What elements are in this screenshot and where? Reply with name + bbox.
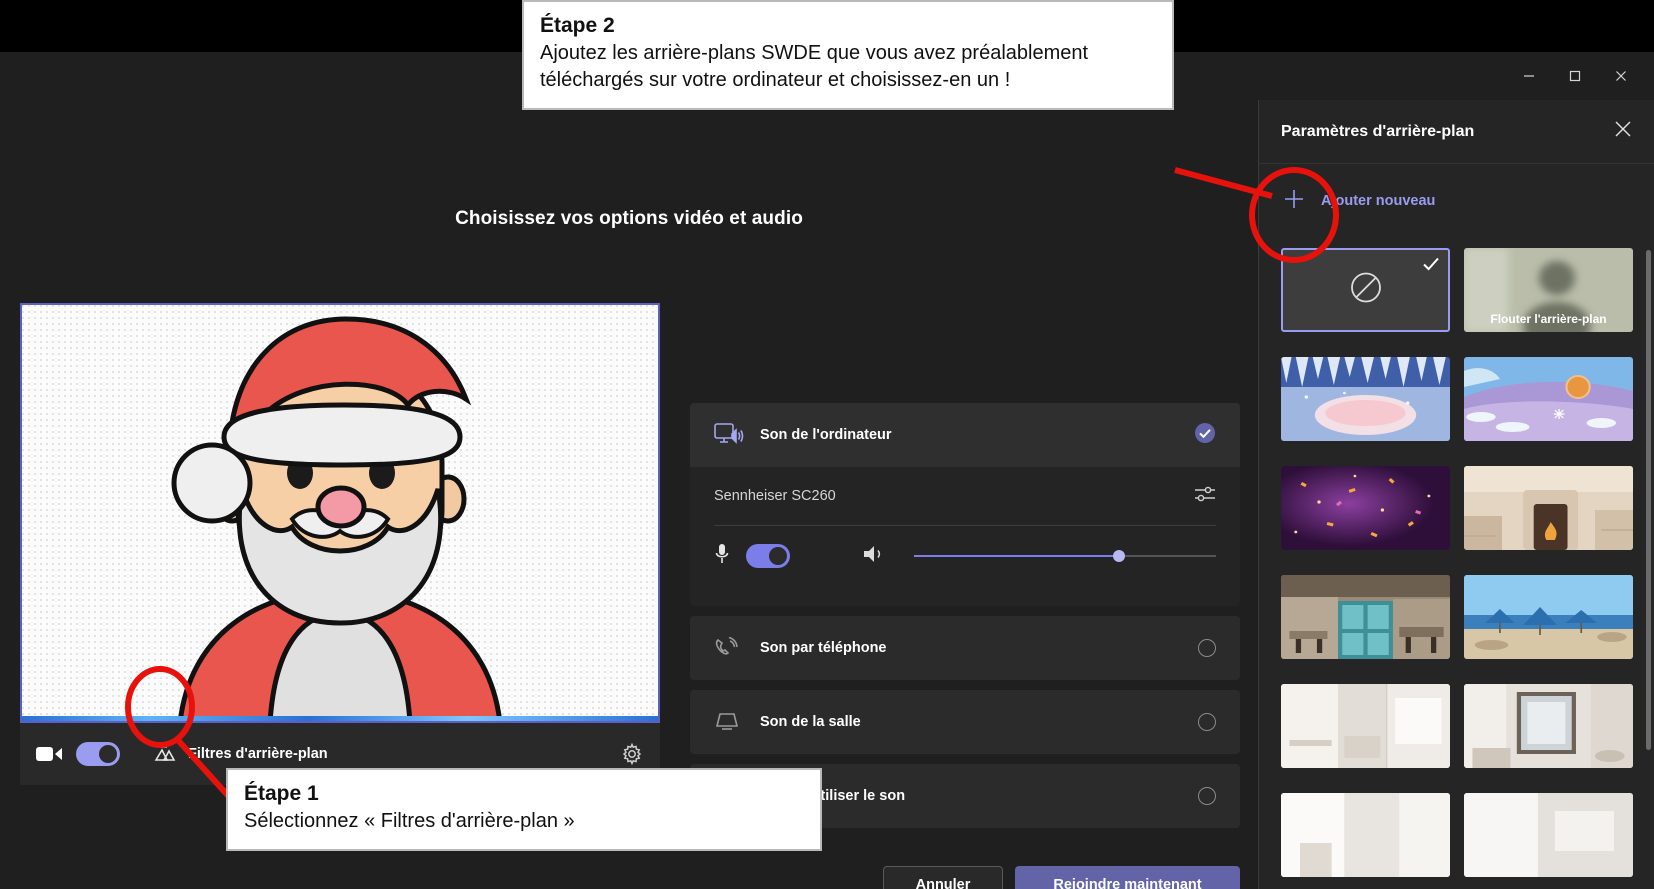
background-panel-scrollbar[interactable]: [1646, 250, 1651, 750]
join-now-button[interactable]: Rejoindre maintenant: [1015, 866, 1240, 889]
equalizer-icon[interactable]: [1194, 485, 1216, 507]
background-filters-button[interactable]: Filtres d'arrière-plan: [154, 742, 328, 767]
check-circle-icon: [1194, 422, 1216, 449]
audio-device-row[interactable]: Sennheiser SC260: [714, 467, 1216, 525]
computer-speaker-icon: [714, 422, 750, 448]
camera-toggle[interactable]: [76, 742, 120, 766]
computer-audio-card: Son de l'ordinateur Sennheiser SC260: [690, 403, 1240, 606]
phone-audio-row[interactable]: Son par téléphone: [690, 616, 1240, 680]
room-audio-label: Son de la salle: [760, 714, 861, 730]
gear-icon[interactable]: [620, 742, 644, 766]
phone-icon: [714, 636, 750, 660]
volume-slider[interactable]: [914, 547, 1216, 565]
thumbnail-cozy-fireplace[interactable]: [1464, 466, 1633, 550]
callout-step1-title: Étape 1: [244, 782, 319, 805]
video-preview[interactable]: [20, 303, 660, 723]
thumbnail-confetti[interactable]: [1281, 466, 1450, 550]
santa-avatar-illustration: [171, 316, 503, 721]
callout-step1: Étape 1 Sélectionnez « Filtres d'arrière…: [226, 768, 822, 851]
computer-audio-row[interactable]: Son de l'ordinateur: [690, 403, 1240, 467]
minimize-icon[interactable]: [1506, 56, 1552, 96]
background-panel-title: Paramètres d'arrière-plan: [1281, 122, 1475, 140]
close-icon[interactable]: [1614, 120, 1632, 144]
maximize-icon[interactable]: [1552, 56, 1598, 96]
plus-icon: [1281, 186, 1307, 216]
thumbnail-ice-cave[interactable]: [1281, 357, 1450, 441]
mic-toggle[interactable]: [746, 544, 790, 568]
video-bottom-strip: [22, 716, 658, 721]
no-background-icon: [1349, 271, 1383, 310]
thumbnail-mirror-room[interactable]: [1464, 684, 1633, 768]
callout-step2-title: Étape 2: [540, 14, 615, 37]
room-audio-row[interactable]: Son de la salle: [690, 690, 1240, 754]
thumbnail-modern-office[interactable]: [1281, 575, 1450, 659]
selected-check-icon: [1422, 255, 1440, 278]
callout-step2-text: Ajoutez les arrière-plans SWDE que vous …: [540, 42, 1089, 91]
thumbnail-none[interactable]: [1281, 248, 1450, 332]
thumbnail-bright-room[interactable]: [1281, 793, 1450, 877]
thumbnail-white-room[interactable]: [1281, 684, 1450, 768]
microphone-row: [714, 526, 1216, 586]
no-audio-radio[interactable]: [1198, 787, 1216, 805]
computer-audio-label: Son de l'ordinateur: [760, 427, 892, 443]
microphone-icon[interactable]: [714, 542, 730, 571]
audio-options: Son de l'ordinateur Sennheiser SC260 Son…: [690, 403, 1240, 828]
thumbnail-loft[interactable]: [1464, 793, 1633, 877]
audio-device-section: Sennheiser SC260: [690, 467, 1240, 606]
background-panel-header: Paramètres d'arrière-plan: [1259, 100, 1654, 164]
cancel-button[interactable]: Annuler: [883, 866, 1003, 889]
thumbnail-beach-umbrellas[interactable]: [1464, 575, 1633, 659]
camera-icon[interactable]: [36, 741, 62, 767]
room-audio-radio[interactable]: [1198, 713, 1216, 731]
thumbnail-winter-illustration[interactable]: [1464, 357, 1633, 441]
phone-audio-radio[interactable]: [1198, 639, 1216, 657]
thumbnail-blur-label: Flouter l'arrière-plan: [1490, 312, 1607, 326]
phone-audio-label: Son par téléphone: [760, 640, 887, 656]
add-new-background-label: Ajouter nouveau: [1321, 193, 1436, 209]
audio-device-name: Sennheiser SC260: [714, 488, 836, 504]
room-speaker-icon: [714, 711, 750, 733]
background-settings-panel: Paramètres d'arrière-plan Ajouter nouvea…: [1258, 100, 1654, 889]
action-buttons: Annuler Rejoindre maintenant: [690, 866, 1240, 889]
background-filters-label: Filtres d'arrière-plan: [188, 746, 328, 762]
close-icon[interactable]: [1598, 56, 1644, 96]
callout-step2: Étape 2 Ajoutez les arrière-plans SWDE q…: [522, 0, 1174, 110]
thumbnail-blur[interactable]: Flouter l'arrière-plan: [1464, 248, 1633, 332]
speaker-icon[interactable]: [862, 543, 886, 570]
add-new-background-button[interactable]: Ajouter nouveau: [1259, 164, 1654, 238]
callout-step1-text: Sélectionnez « Filtres d'arrière-plan »: [244, 810, 575, 833]
background-thumbnail-grid: Flouter l'arrière-plan: [1259, 238, 1654, 889]
page-title: Choisissez vos options vidéo et audio: [455, 208, 803, 229]
background-filters-icon: [154, 742, 176, 767]
screenshot-root: Choisissez vos options vidéo et audio Fi…: [0, 0, 1654, 889]
